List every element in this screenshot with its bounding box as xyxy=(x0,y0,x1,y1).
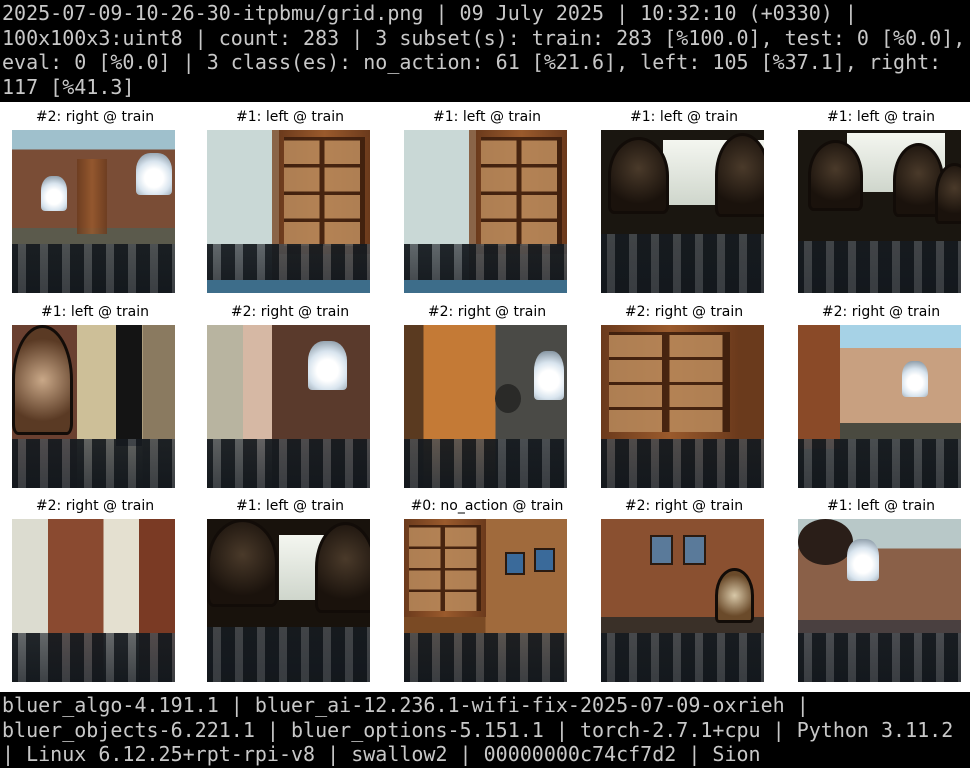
cell-label: #1: left @ train xyxy=(236,109,344,125)
grid-cell: #1: left @ train xyxy=(0,301,190,491)
footer-line: bluer_objects-6.221.1 | bluer_options-5.… xyxy=(2,717,954,742)
cell-label: #1: left @ train xyxy=(630,109,738,125)
thumbnail-image xyxy=(12,519,175,682)
grid-cell: #2: right @ train xyxy=(786,301,970,491)
header-line: 2025-07-09-10-26-30-itpbmu/grid.png | 09… xyxy=(2,1,857,25)
footer-line: bluer_algo-4.191.1 | bluer_ai-12.236.1-w… xyxy=(2,693,809,717)
grid-cell: #2: right @ train xyxy=(589,301,779,491)
footer-banner: bluer_algo-4.191.1 | bluer_ai-12.236.1-w… xyxy=(0,692,970,768)
thumbnail-image xyxy=(601,130,764,293)
grid-cell: #2: right @ train xyxy=(589,495,779,685)
grid-cell: #0: no_action @ train xyxy=(392,495,582,685)
thumbnail-image xyxy=(601,325,764,488)
cell-label: #0: no_action @ train xyxy=(410,498,564,514)
cell-label: #1: left @ train xyxy=(236,498,344,514)
cell-label: #2: right @ train xyxy=(427,304,547,320)
grid-cell: #1: left @ train xyxy=(195,106,385,296)
thumbnail-image xyxy=(12,325,175,488)
grid-cell: #1: left @ train xyxy=(786,495,970,685)
cell-label: #2: right @ train xyxy=(230,304,350,320)
header-line: 117 [%41.3] xyxy=(2,74,135,99)
thumbnail-image xyxy=(798,325,961,488)
header-line: 100x100x3:uint8 | count: 283 | 3 subset(… xyxy=(2,25,966,50)
thumbnail-image xyxy=(207,519,370,682)
cell-label: #1: left @ train xyxy=(41,304,149,320)
thumbnail-image xyxy=(207,325,370,488)
cell-label: #2: right @ train xyxy=(624,498,744,514)
thumbnail-image xyxy=(404,325,567,488)
grid-cell: #1: left @ train xyxy=(392,106,582,296)
grid-cell: #2: right @ train xyxy=(392,301,582,491)
thumbnail-image xyxy=(601,519,764,682)
cell-label: #2: right @ train xyxy=(821,304,941,320)
grid-cell: #2: right @ train xyxy=(0,106,190,296)
thumbnail-image xyxy=(12,130,175,293)
thumbnail-image xyxy=(798,130,961,293)
thumbnail-image xyxy=(404,519,567,682)
thumbnail-image xyxy=(404,130,567,293)
footer-line: | Linux 6.12.25+rpt-rpi-v8 | swallow2 | … xyxy=(2,742,761,766)
cell-label: #1: left @ train xyxy=(827,498,935,514)
grid-cell: #2: right @ train xyxy=(0,495,190,685)
thumbnail-image xyxy=(207,130,370,293)
header-banner: 2025-07-09-10-26-30-itpbmu/grid.png | 09… xyxy=(0,0,970,102)
thumbnail-image xyxy=(798,519,961,682)
grid-cell: #1: left @ train xyxy=(195,495,385,685)
grid-cell: #2: right @ train xyxy=(195,301,385,491)
cell-label: #2: right @ train xyxy=(35,498,155,514)
grid-cell: #1: left @ train xyxy=(589,106,779,296)
cell-label: #2: right @ train xyxy=(624,304,744,320)
cell-label: #1: left @ train xyxy=(433,109,541,125)
header-line: eval: 0 [%0.0] | 3 class(es): no_action:… xyxy=(2,50,942,74)
grid-cell: #1: left @ train xyxy=(786,106,970,296)
cell-label: #1: left @ train xyxy=(827,109,935,125)
cell-label: #2: right @ train xyxy=(35,109,155,125)
